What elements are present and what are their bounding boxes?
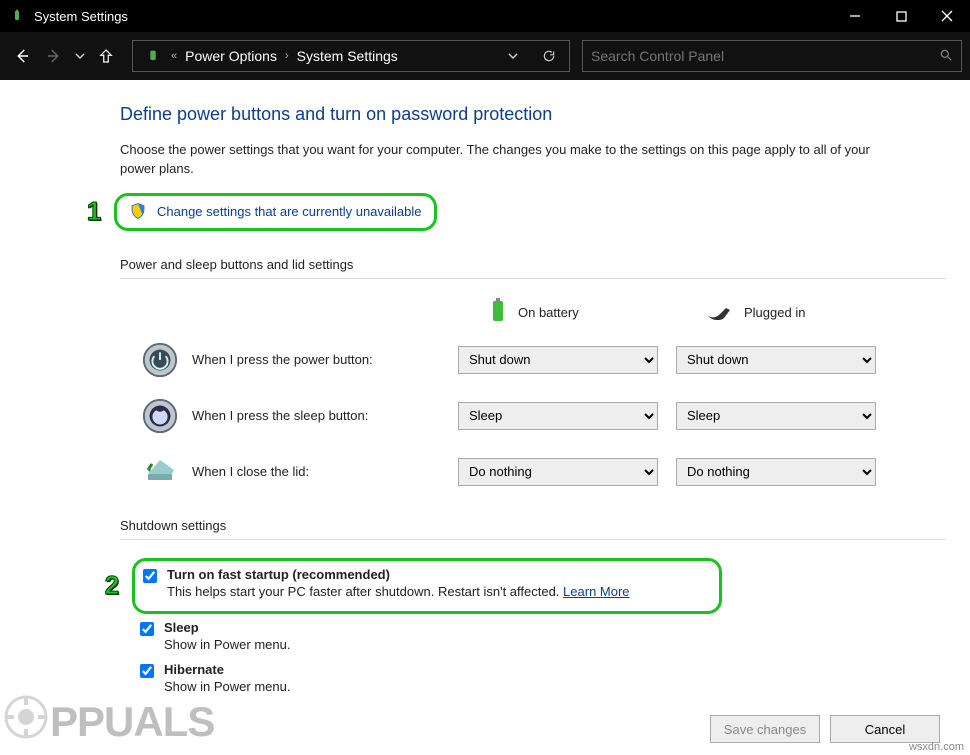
breadcrumb-item[interactable]: System Settings — [297, 48, 398, 64]
checkbox-label: Turn on fast startup (recommended) — [167, 567, 630, 582]
sleep-button-row: When I press the sleep button: Sleep Sle… — [140, 396, 946, 436]
lid-close-row: When I close the lid: Do nothing Do noth… — [140, 452, 946, 492]
fast-startup-item: Turn on fast startup (recommended) This … — [143, 567, 711, 599]
search-box[interactable] — [582, 40, 962, 72]
window-title: System Settings — [34, 9, 832, 24]
close-button[interactable] — [924, 0, 970, 32]
setting-label: When I press the sleep button: — [192, 408, 368, 423]
divider — [120, 278, 946, 279]
setting-label: When I close the lid: — [192, 464, 309, 479]
section-title: Power and sleep buttons and lid settings — [120, 257, 946, 272]
cancel-button[interactable]: Cancel — [830, 715, 940, 743]
annotation-badge-1: 1 — [79, 197, 109, 227]
power-button-row: When I press the power button: Shut down… — [140, 340, 946, 380]
desc-text: This helps start your PC faster after sh… — [167, 584, 559, 599]
back-button[interactable] — [8, 42, 36, 70]
power-button-battery-select[interactable]: Shut down — [458, 346, 658, 374]
footer-actions: Save changes Cancel — [710, 715, 940, 743]
checkbox-description: This helps start your PC faster after sh… — [167, 584, 630, 599]
sleep-button-plugged-select[interactable]: Sleep — [676, 402, 876, 430]
power-button-icon — [140, 340, 180, 380]
power-options-icon — [143, 46, 163, 66]
checkbox-label: Hibernate — [164, 662, 290, 677]
divider — [120, 539, 946, 540]
sleep-item: Sleep Show in Power menu. — [140, 620, 946, 652]
maximize-button[interactable] — [878, 0, 924, 32]
search-icon — [939, 48, 953, 65]
fast-startup-checkbox[interactable] — [143, 569, 157, 583]
address-bar[interactable]: « Power Options › System Settings — [132, 40, 570, 72]
column-header-battery: On battery — [458, 297, 658, 328]
main-content: Define power buttons and turn on passwor… — [0, 80, 970, 728]
change-settings-link[interactable]: Change settings that are currently unava… — [157, 204, 422, 219]
forward-button[interactable] — [40, 42, 68, 70]
sleep-button-icon — [140, 396, 180, 436]
hibernate-checkbox[interactable] — [140, 664, 154, 678]
laptop-lid-icon — [140, 452, 180, 492]
page-description: Choose the power settings that you want … — [120, 141, 900, 179]
power-buttons-section: Power and sleep buttons and lid settings… — [120, 257, 946, 492]
source-attribution: wsxdn.com — [909, 741, 964, 753]
shutdown-settings-section: Shutdown settings 2 Turn on fast startup… — [120, 518, 946, 694]
up-button[interactable] — [92, 42, 120, 70]
address-dropdown[interactable] — [499, 42, 527, 70]
hibernate-item: Hibernate Show in Power menu. — [140, 662, 946, 694]
lid-plugged-select[interactable]: Do nothing — [676, 458, 876, 486]
search-input[interactable] — [591, 48, 931, 64]
breadcrumb: « Power Options › System Settings — [171, 48, 491, 64]
app-icon — [8, 7, 26, 25]
checkbox-description: Show in Power menu. — [164, 637, 290, 652]
minimize-button[interactable] — [832, 0, 878, 32]
annotation-badge-2: 2 — [97, 571, 127, 601]
sleep-button-battery-select[interactable]: Sleep — [458, 402, 658, 430]
learn-more-link[interactable]: Learn More — [563, 584, 629, 599]
window-controls — [832, 0, 970, 32]
annotation-highlight-2: 2 Turn on fast startup (recommended) Thi… — [132, 558, 722, 614]
annotation-highlight-1: 1 Change settings that are currently una… — [114, 193, 437, 231]
checkbox-label: Sleep — [164, 620, 290, 635]
plug-icon — [706, 302, 734, 323]
explorer-toolbar: « Power Options › System Settings — [0, 32, 970, 80]
column-label: Plugged in — [744, 305, 805, 320]
breadcrumb-item[interactable]: Power Options — [185, 48, 277, 64]
sleep-checkbox[interactable] — [140, 622, 154, 636]
lid-battery-select[interactable]: Do nothing — [458, 458, 658, 486]
recent-dropdown[interactable] — [72, 42, 88, 70]
page-title: Define power buttons and turn on passwor… — [120, 104, 946, 125]
column-label: On battery — [518, 305, 579, 320]
breadcrumb-sep: « — [171, 50, 177, 62]
refresh-button[interactable] — [535, 42, 563, 70]
save-changes-button[interactable]: Save changes — [710, 715, 820, 743]
window-titlebar: System Settings — [0, 0, 970, 32]
setting-label: When I press the power button: — [192, 352, 373, 367]
power-button-plugged-select[interactable]: Shut down — [676, 346, 876, 374]
section-title: Shutdown settings — [120, 518, 946, 533]
battery-icon — [488, 297, 508, 328]
checkbox-description: Show in Power menu. — [164, 679, 290, 694]
uac-shield-icon — [129, 202, 149, 222]
chevron-right-icon: › — [285, 50, 289, 62]
column-header-plugged: Plugged in — [676, 302, 876, 323]
